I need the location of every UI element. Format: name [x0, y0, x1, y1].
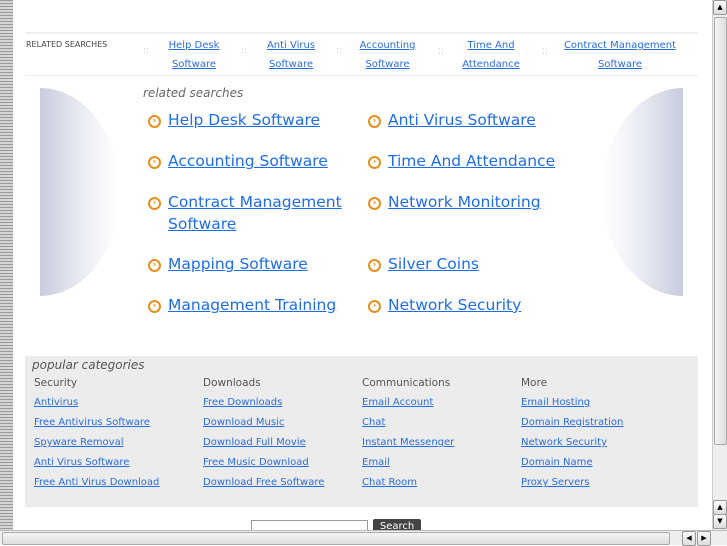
arrow-icon: ›: [368, 115, 381, 128]
scroll-up-button[interactable]: ▲: [713, 0, 727, 15]
related-bar-title: RELATED SEARCHES: [26, 40, 108, 49]
related-searches-heading: related searches: [143, 86, 244, 100]
decorative-arc-right: [602, 88, 683, 296]
category-link[interactable]: Email: [362, 456, 454, 476]
category-link[interactable]: Domain Name: [521, 456, 623, 476]
column-title: Downloads: [203, 377, 261, 389]
horizontal-scrollbar[interactable]: ◀ ▶: [0, 530, 727, 546]
vertical-scroll-thumb[interactable]: [714, 17, 727, 445]
column-title: Security: [34, 377, 78, 389]
decorative-arc-left: [40, 88, 120, 296]
scroll-right-button[interactable]: ▶: [697, 531, 711, 546]
arrow-icon: ›: [368, 300, 381, 313]
category-link[interactable]: Download Free Software: [203, 476, 324, 496]
related-link[interactable]: Anti Virus Software: [388, 109, 588, 131]
separator: ::: [143, 46, 150, 56]
arrow-icon: ›: [148, 300, 161, 313]
category-link[interactable]: Network Security: [521, 436, 623, 456]
category-column-downloads: Downloads Free Downloads Download Music …: [203, 376, 324, 496]
category-link[interactable]: Chat Room: [362, 476, 454, 496]
related-bar-link[interactable]: Time And Attendance: [450, 36, 532, 74]
related-link[interactable]: Accounting Software: [168, 150, 368, 172]
vertical-scrollbar[interactable]: ▲ ▲ ▼: [712, 0, 727, 530]
category-link[interactable]: Antivirus: [34, 396, 159, 416]
related-bar-link[interactable]: Accounting Software: [350, 36, 425, 74]
window-edge: [0, 0, 13, 530]
separator: ::: [438, 46, 445, 56]
category-link[interactable]: Proxy Servers: [521, 476, 623, 496]
related-bar-link[interactable]: Contract Management Software: [560, 36, 680, 74]
category-link[interactable]: Spyware Removal: [34, 436, 159, 456]
category-column-communications: Communications Email Account Chat Instan…: [362, 376, 454, 496]
popular-categories-panel: popular categories Security Antivirus Fr…: [25, 356, 698, 507]
arrow-icon: ›: [148, 115, 161, 128]
category-link[interactable]: Free Music Download: [203, 456, 324, 476]
arrow-icon: ›: [368, 197, 381, 210]
category-column-more: More Email Hosting Domain Registration N…: [521, 376, 623, 496]
category-link[interactable]: Domain Registration: [521, 416, 623, 436]
scroll-left-button[interactable]: ◀: [682, 531, 696, 546]
column-title: Communications: [362, 377, 451, 389]
related-bar-link[interactable]: Help Desk Software: [159, 36, 229, 74]
category-link[interactable]: Anti Virus Software: [34, 456, 159, 476]
related-link[interactable]: Help Desk Software: [168, 109, 368, 131]
related-link[interactable]: Contract Management Software: [168, 191, 358, 235]
category-link[interactable]: Chat: [362, 416, 454, 436]
separator: ::: [542, 46, 549, 56]
related-link[interactable]: Management Training: [168, 294, 368, 316]
category-link[interactable]: Download Full Movie: [203, 436, 324, 456]
related-link[interactable]: Mapping Software: [168, 253, 368, 275]
category-link[interactable]: Free Antivirus Software: [34, 416, 159, 436]
separator: ::: [336, 46, 343, 56]
category-link[interactable]: Free Anti Virus Download: [34, 476, 159, 496]
scroll-up-button-lower[interactable]: ▲: [713, 500, 727, 515]
separator: ::: [241, 46, 248, 56]
arrow-icon: ›: [368, 259, 381, 272]
related-link[interactable]: Network Security: [388, 294, 588, 316]
related-bar-link[interactable]: Anti Virus Software: [257, 36, 325, 74]
category-link[interactable]: Email Hosting: [521, 396, 623, 416]
category-link[interactable]: Free Downloads: [203, 396, 324, 416]
category-column-security: Security Antivirus Free Antivirus Softwa…: [34, 376, 159, 496]
arrow-icon: ›: [148, 156, 161, 169]
popular-categories-heading: popular categories: [32, 358, 145, 372]
category-link[interactable]: Instant Messenger: [362, 436, 454, 456]
horizontal-scroll-thumb[interactable]: [2, 532, 670, 545]
column-title: More: [521, 377, 548, 389]
arrow-icon: ›: [368, 156, 381, 169]
category-link[interactable]: Download Music: [203, 416, 324, 436]
arrow-icon: ›: [148, 197, 161, 210]
arrow-icon: ›: [148, 259, 161, 272]
related-searches-bar: RELATED SEARCHES :: Help Desk Software ::…: [25, 32, 698, 76]
scroll-down-button[interactable]: ▼: [713, 514, 727, 529]
related-link[interactable]: Silver Coins: [388, 253, 588, 275]
related-link[interactable]: Time And Attendance: [388, 150, 578, 172]
category-link[interactable]: Email Account: [362, 396, 454, 416]
related-link[interactable]: Network Monitoring: [388, 191, 588, 213]
